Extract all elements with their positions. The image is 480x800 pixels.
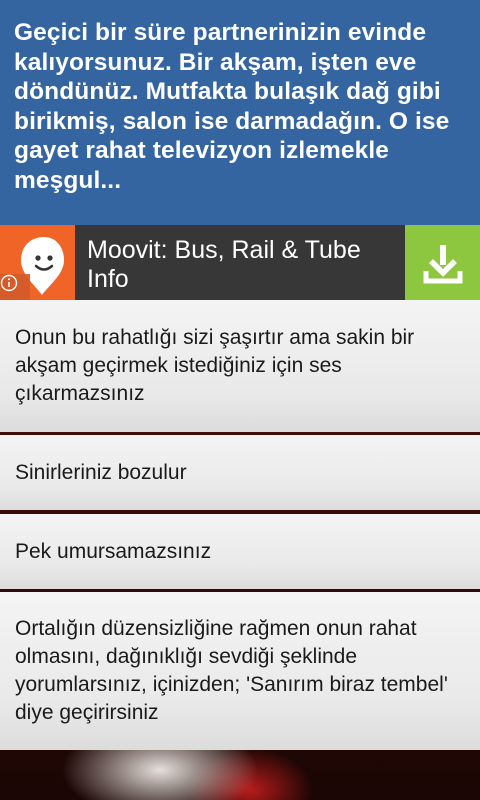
answer-label: Pek umursamazsınız [15, 539, 212, 563]
answer-option-4[interactable]: Ortalığın düzensizliğine rağmen onun rah… [0, 592, 480, 750]
moovit-logo-icon[interactable] [0, 225, 75, 300]
question-panel: Geçici bir süre partnerinizin evinde kal… [0, 0, 480, 225]
answer-option-2[interactable]: Sinirleriniz bozulur [0, 435, 480, 510]
question-text: Geçici bir süre partnerinizin evinde kal… [14, 19, 450, 194]
answer-option-3[interactable]: Pek umursamazsınız [0, 514, 480, 589]
ad-title[interactable]: Moovit: Bus, Rail & Tube Info [75, 225, 405, 300]
download-icon[interactable] [405, 225, 480, 300]
answer-label: Ortalığın düzensizliğine rağmen onun rah… [15, 617, 448, 724]
answer-label: Onun bu rahatlığı sizi şaşırtır ama saki… [15, 326, 415, 405]
answer-option-1[interactable]: Onun bu rahatlığı sizi şaşırtır ama saki… [0, 300, 480, 432]
answer-label: Sinirleriniz bozulur [15, 460, 187, 484]
ad-banner[interactable]: Moovit: Bus, Rail & Tube Info [0, 225, 480, 300]
info-icon[interactable] [0, 274, 30, 300]
